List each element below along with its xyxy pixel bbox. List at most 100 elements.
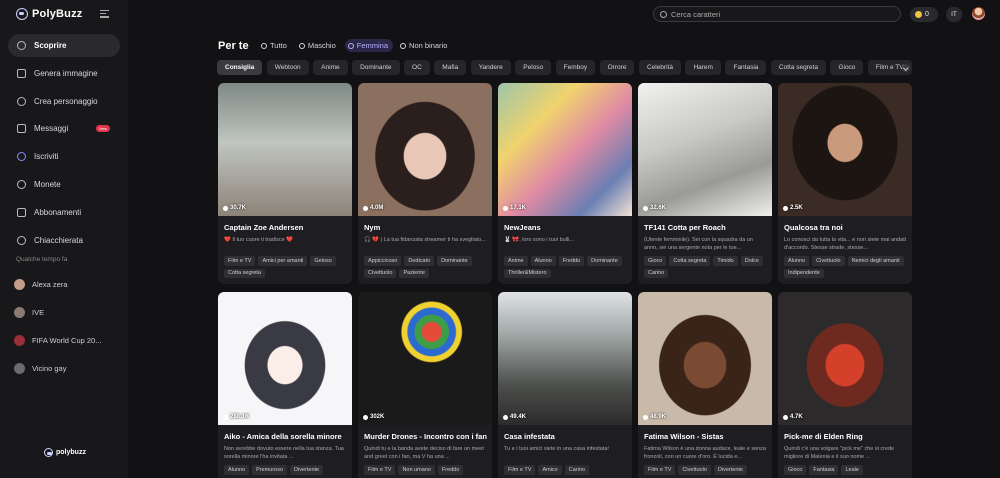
sidebar-item-iscriviti[interactable]: Iscriviti: [8, 145, 120, 168]
category-tag[interactable]: Dominante: [352, 60, 400, 75]
character-image: [638, 83, 772, 216]
view-count: 17.1K: [503, 205, 526, 211]
language-selector[interactable]: IT: [946, 7, 962, 22]
view-count: 4.0M: [363, 205, 383, 211]
character-card[interactable]: 49.4K Casa infestata Tu e i tuoi amici s…: [498, 292, 632, 478]
sidebar-item-label: Messaggi: [34, 124, 69, 134]
app-root: PolyBuzz Scoprire Genera immagine Crea p…: [0, 0, 1000, 478]
character-card[interactable]: 302K Murder Drones - Incontro con i fan …: [358, 292, 492, 478]
recent-chat-item[interactable]: IVE: [14, 298, 124, 326]
chevron-down-icon[interactable]: [902, 64, 910, 72]
category-tag[interactable]: Fantasia: [725, 60, 767, 75]
view-count: 4.7K: [783, 414, 803, 420]
character-description: 🐰 🎀, loro sono i tuoi bulli...: [504, 237, 574, 243]
character-card[interactable]: 288.1K Aiko - Amica della sorella minore…: [218, 292, 352, 478]
category-tag[interactable]: Peloso: [515, 60, 552, 75]
recent-chat-item[interactable]: Vicino gay: [14, 354, 124, 382]
character-image: [218, 83, 352, 216]
recent-chat-item[interactable]: FIFA World Cup 20...: [14, 326, 124, 354]
search-bar[interactable]: [653, 6, 901, 22]
recent-chat-item[interactable]: Alexa zera: [14, 270, 124, 298]
character-tag: Appiccicoso: [364, 256, 402, 266]
category-tag[interactable]: Webtoon: [266, 60, 309, 75]
coin-balance[interactable]: 0: [910, 7, 938, 22]
app-logo[interactable]: PolyBuzz: [16, 8, 83, 20]
category-tag[interactable]: Orrore: [599, 60, 635, 75]
character-name: Nym: [364, 223, 381, 232]
character-tag: Dominante: [437, 256, 472, 266]
character-tag: Gioco: [644, 256, 667, 266]
user-plus-icon: [17, 96, 26, 106]
category-tag[interactable]: Anime: [313, 60, 348, 75]
sidebar: PolyBuzz Scoprire Genera immagine Crea p…: [0, 0, 128, 478]
collapse-sidebar-icon[interactable]: [100, 10, 109, 18]
character-name: Captain Zoe Andersen: [224, 223, 304, 232]
chat-icon: [643, 414, 648, 420]
character-tag: Divertente: [290, 465, 324, 475]
view-count-value: 32.6K: [650, 205, 667, 211]
chat-icon: [223, 414, 228, 420]
gender-filter-tabs: Tutto Maschio Femmina Non binario: [258, 39, 452, 52]
tab-femmina[interactable]: Femmina: [344, 39, 394, 52]
chat-icon: [783, 414, 788, 420]
category-tag[interactable]: Femboy: [555, 60, 596, 75]
character-card[interactable]: 4.7K Pick-me di Elden Ring Quindi c'è un…: [778, 292, 912, 478]
tab-non-binario[interactable]: Non binario: [397, 39, 452, 52]
view-count: 30.7K: [223, 205, 246, 211]
user-avatar[interactable]: [972, 7, 985, 20]
sidebar-item-monete[interactable]: Monete: [8, 173, 120, 196]
sidebar-item-abbonamenti[interactable]: Abbonamenti: [8, 201, 120, 224]
character-card[interactable]: 48.9K Fatima Wilson - Sistas Fatima Wils…: [638, 292, 772, 478]
tab-label: Non binario: [409, 41, 448, 50]
sidebar-item-scoprire[interactable]: Scoprire: [8, 34, 120, 57]
sidebar-item-label: Abbonamenti: [34, 207, 82, 217]
character-card[interactable]: 30.7K Captain Zoe Andersen ❤️ Il tuo cuo…: [218, 83, 352, 284]
sidebar-item-chiacchierata[interactable]: Chiacchierata: [8, 229, 120, 252]
character-card[interactable]: 2.5K Qualcosa tra noi Lo conosci da tutt…: [778, 83, 912, 284]
compass-icon: [17, 41, 26, 50]
star-icon: [261, 42, 267, 49]
category-tag[interactable]: Yandere: [470, 60, 511, 75]
chat-icon: [223, 205, 228, 211]
category-tag[interactable]: Celebrità: [638, 60, 681, 75]
tab-tutto[interactable]: Tutto: [258, 39, 292, 52]
tab-maschio[interactable]: Maschio: [296, 39, 341, 52]
avatar: [14, 334, 25, 346]
character-tags: Appiccicoso Dedicato Dominante Civettuol…: [364, 256, 490, 278]
character-tags: Film e TV Amici per amanti Geloso Cotta …: [224, 256, 350, 278]
character-tags: Alunno Civettuolo Nemici degli amanti In…: [784, 256, 910, 278]
character-tag: Cotta segreta: [224, 268, 266, 278]
chat-icon: [363, 205, 368, 211]
character-name: Qualcosa tra noi: [784, 223, 843, 232]
view-count-value: 288.1K: [230, 414, 250, 420]
character-tag: Indipendente: [784, 268, 824, 278]
sidebar-item-label: Crea personaggio: [34, 96, 98, 106]
character-image: [358, 292, 492, 425]
character-tag: Civettuolo: [364, 268, 397, 278]
character-name: Casa infestata: [504, 432, 555, 441]
sidebar-item-genera-immagine[interactable]: Genera immagine: [8, 62, 120, 85]
sidebar-item-messaggi[interactable]: Messaggi New: [8, 117, 120, 140]
character-card[interactable]: 17.1K NewJeans 🐰 🎀, loro sono i tuoi bul…: [498, 83, 632, 284]
character-card[interactable]: 32.6K TF141 Cotta per Roach (Utente femm…: [638, 83, 772, 284]
character-tag: Dedicato: [404, 256, 435, 266]
category-tag[interactable]: Gioco: [830, 60, 864, 75]
search-input[interactable]: [671, 9, 891, 19]
category-tag[interactable]: Consiglia: [217, 60, 263, 75]
character-card[interactable]: 4.0M Nym 🎧 💔 | La tua fidanzata streamer…: [358, 83, 492, 284]
recent-chat-label: Vicino gay: [32, 363, 67, 373]
character-image: [638, 292, 772, 425]
category-tag[interactable]: Harem: [685, 60, 721, 75]
category-tag[interactable]: OC: [404, 60, 430, 75]
view-count-value: 17.1K: [510, 205, 527, 211]
character-tag: Amici per amanti: [258, 256, 308, 266]
coin-icon: [17, 179, 26, 189]
logo-icon: [16, 8, 28, 20]
character-tag: Dolce: [740, 256, 763, 266]
view-count: 302K: [363, 414, 384, 420]
category-tag[interactable]: Mafia: [434, 60, 467, 75]
sidebar-item-crea-personaggio[interactable]: Crea personaggio: [8, 90, 120, 113]
view-count: 2.5K: [783, 205, 803, 211]
category-tag[interactable]: Cotta segreta: [770, 60, 826, 75]
recent-chat-label: FIFA World Cup 20...: [32, 335, 102, 345]
